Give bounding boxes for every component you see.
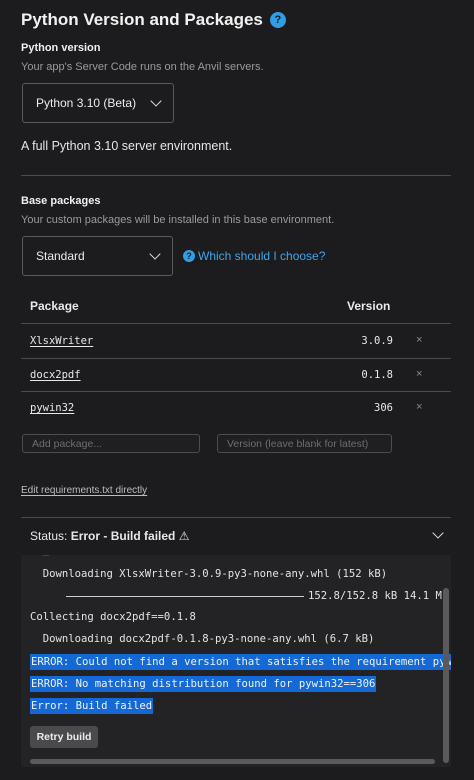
status-value: Error - Build failed — [70, 529, 176, 543]
add-package-input[interactable]: Add package... — [22, 434, 200, 453]
status-prefix: Status: — [30, 529, 68, 543]
which-should-i-choose-link[interactable]: ? Which should I choose? — [183, 249, 325, 263]
page-title: Python Version and Packages ? — [21, 10, 286, 30]
base-packages-select[interactable]: Standard — [22, 236, 173, 276]
package-link[interactable]: pywin32 — [30, 402, 74, 414]
log-error-line: ERROR: No matching distribution found fo… — [30, 676, 377, 692]
status-header[interactable]: Status: Error - Build failed ⚠ — [30, 529, 190, 543]
table-row: pywin32 306 × — [21, 391, 451, 425]
base-packages-value: Standard — [36, 249, 85, 263]
chevron-down-icon — [149, 248, 161, 260]
python-version-summary: A full Python 3.10 server environment. — [21, 139, 233, 153]
table-row: docx2pdf 0.1.8 × — [21, 358, 451, 391]
base-packages-label: Base packages — [21, 195, 101, 207]
log-line: Collecting docx2pdf==0.1.8 — [30, 611, 196, 623]
version-input[interactable]: Version (leave blank for latest) — [217, 434, 392, 453]
table-row: XlsxWriter 3.0.9 × — [21, 324, 451, 358]
log-cutoff-line: ━ — [30, 555, 50, 561]
python-version-value: Python 3.10 (Beta) — [36, 96, 137, 110]
column-header-version: Version — [347, 299, 391, 313]
warning-icon: ⚠ — [178, 529, 190, 543]
chevron-down-icon[interactable] — [432, 527, 444, 539]
log-progress: 152.8/152.8 kB 14.1 M — [308, 590, 442, 602]
package-link[interactable]: docx2pdf — [30, 369, 81, 381]
column-header-package: Package — [30, 299, 79, 313]
remove-icon[interactable]: × — [416, 401, 422, 413]
package-version: 3.0.9 — [361, 335, 393, 347]
which-should-i-choose-text: Which should I choose? — [198, 249, 326, 263]
log-error-line: Error: Build failed — [30, 698, 154, 714]
edit-requirements-link[interactable]: Edit requirements.txt directly — [21, 485, 147, 496]
progress-bar — [66, 596, 304, 597]
chevron-down-icon — [150, 95, 162, 107]
section-divider — [21, 517, 451, 518]
python-version-description: Your app's Server Code runs on the Anvil… — [21, 61, 264, 73]
page-title-text: Python Version and Packages — [21, 10, 263, 29]
log-line: Downloading docx2pdf-0.1.8-py3-none-any.… — [30, 633, 375, 645]
horizontal-scrollbar[interactable] — [30, 759, 435, 764]
help-icon[interactable]: ? — [269, 12, 286, 28]
remove-icon[interactable]: × — [416, 368, 422, 380]
retry-build-button[interactable]: Retry build — [30, 726, 98, 748]
python-version-select[interactable]: Python 3.10 (Beta) — [22, 83, 174, 123]
log-error-line: ERROR: Could not find a version that sat… — [30, 654, 451, 670]
log-line: Downloading XlsxWriter-3.0.9-py3-none-an… — [30, 568, 388, 580]
python-version-label: Python version — [21, 42, 101, 54]
package-version: 0.1.8 — [361, 369, 393, 381]
section-divider — [21, 175, 451, 176]
package-link[interactable]: XlsxWriter — [30, 335, 93, 347]
help-icon: ? — [183, 250, 195, 262]
remove-icon[interactable]: × — [416, 334, 422, 346]
base-packages-description: Your custom packages will be installed i… — [21, 214, 335, 226]
package-version: 306 — [374, 402, 393, 414]
vertical-scrollbar[interactable] — [443, 588, 449, 763]
